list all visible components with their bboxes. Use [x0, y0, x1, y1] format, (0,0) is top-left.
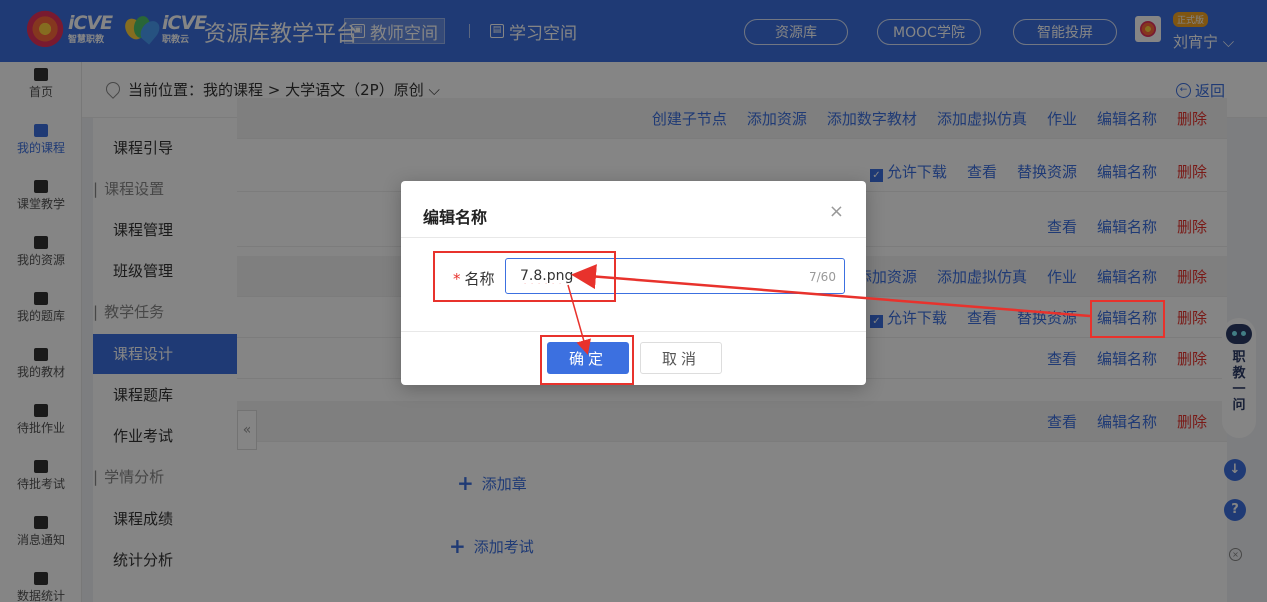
annotation-box-name-field	[433, 251, 616, 302]
annotation-box-confirm	[540, 335, 634, 385]
cancel-button[interactable]: 取消	[640, 342, 722, 374]
annotation-box-edit-name	[1090, 300, 1165, 338]
char-count: 7/60	[809, 270, 836, 284]
dialog-title: 编辑名称	[423, 208, 488, 227]
divider	[401, 331, 866, 332]
divider	[401, 237, 866, 238]
close-icon[interactable]: ×	[829, 201, 844, 222]
